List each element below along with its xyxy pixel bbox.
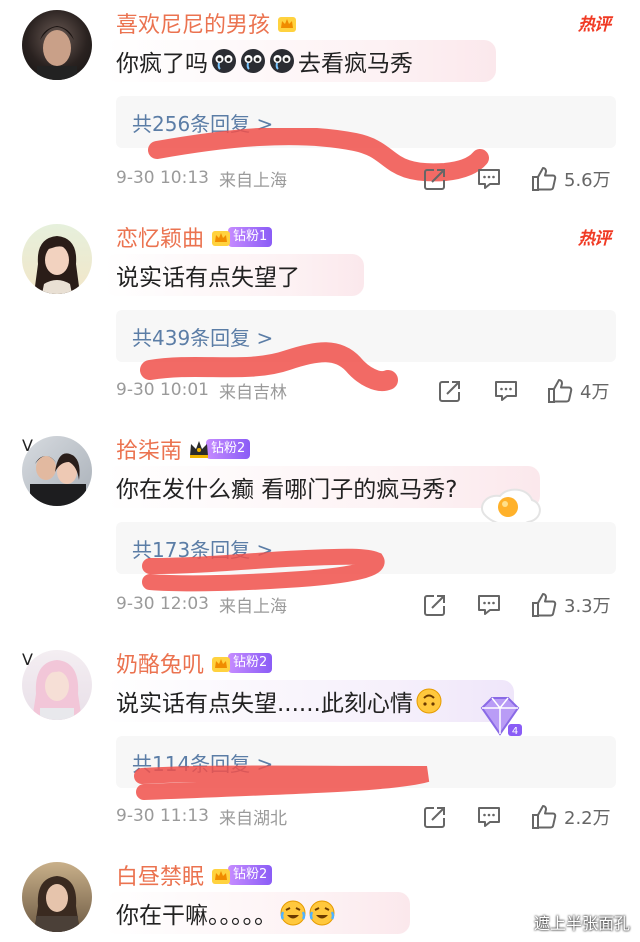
- crying-emoji-icon: [212, 49, 236, 73]
- crown-icon: [278, 17, 297, 32]
- share-button[interactable]: [422, 590, 448, 620]
- diamond-fan-icon: 4: [480, 697, 522, 737]
- comment-icon: [495, 381, 517, 401]
- comment-item: V 奶酪兔叽 钻粉2 说实话有点失望......此刻心情 4 共114条回复 >…: [0, 640, 640, 850]
- avatar[interactable]: [22, 862, 92, 932]
- username-row: 恋忆颖曲 钻粉1: [116, 218, 273, 256]
- comment-actions: 5.6万: [420, 164, 620, 194]
- fan-badge[interactable]: 钻粉2: [188, 438, 251, 460]
- username-row: 白昼禁眠 钻粉2: [116, 856, 273, 894]
- avatar[interactable]: V: [22, 650, 92, 720]
- username-row: 拾柒南 钻粉2: [116, 430, 251, 468]
- comment-text: 你在发什么癫 看哪门子的疯马秀?: [104, 466, 540, 508]
- redaction-scribble: [134, 765, 430, 800]
- crying-emoji-icon: [241, 49, 265, 73]
- fan-level-label: 钻粉2: [228, 653, 273, 673]
- watermark: 遮上半张面孔: [533, 914, 630, 933]
- username[interactable]: 白昼禁眠: [116, 859, 204, 891]
- comment-time: 9-30 12:03: [116, 594, 209, 614]
- comment-item: V 拾柒南 钻粉2 你在发什么癫 看哪门子的疯马秀? 共173条回复 > 9-3…: [0, 426, 640, 638]
- like-count: 2.2万: [564, 808, 611, 829]
- comment-icon: [478, 807, 500, 827]
- comment-location: 来自上海: [218, 170, 287, 191]
- crown-icon: [212, 869, 231, 884]
- redaction-scribble: [142, 548, 385, 592]
- fan-level-label: 钻粉2: [206, 439, 251, 459]
- hot-comment-badge: 热评: [578, 229, 611, 249]
- comment-icon: [478, 595, 500, 615]
- fan-badge[interactable]: 钻粉1: [210, 226, 273, 248]
- comment-text: 你在干嘛。。。。。: [104, 892, 410, 934]
- laughing-crying-emoji-icon: [280, 900, 306, 926]
- share-icon: [424, 169, 445, 190]
- thumbs-up-icon: [532, 167, 557, 191]
- comment-location: 来自湖北: [218, 808, 287, 829]
- share-button[interactable]: [422, 802, 448, 832]
- comment-text: 说实话有点失望了: [104, 254, 364, 296]
- thumbs-up-icon: [532, 805, 557, 829]
- hot-comment-badge: 热评: [578, 15, 611, 35]
- comment-time: 9-30 10:13: [116, 168, 209, 188]
- username[interactable]: 拾柒南: [116, 433, 182, 465]
- username[interactable]: 喜欢尼尼的男孩: [116, 7, 270, 39]
- avatar[interactable]: [22, 224, 92, 294]
- like-count: 3.3万: [564, 596, 611, 617]
- avatar[interactable]: [22, 10, 92, 80]
- crying-emoji-icon: [270, 49, 294, 73]
- username-row: 奶酪兔叽 钻粉2: [116, 644, 273, 682]
- comment-text: 你疯了吗 去看疯马秀: [104, 40, 496, 82]
- like-button[interactable]: 5.6万: [530, 164, 611, 194]
- username-row: 喜欢尼尼的男孩: [116, 4, 298, 42]
- comment-location: 来自吉林: [218, 382, 287, 403]
- comment-actions: 4万: [420, 376, 620, 406]
- like-button[interactable]: 2.2万: [530, 802, 611, 832]
- crown-icon: [190, 441, 209, 458]
- reply-button[interactable]: [476, 590, 502, 620]
- laughing-crying-emoji-icon: [309, 900, 335, 926]
- comment-icon: [478, 169, 500, 189]
- reply-button[interactable]: [476, 802, 502, 832]
- comment-actions: 3.3万: [420, 590, 620, 620]
- like-button[interactable]: 3.3万: [530, 590, 611, 620]
- fan-level-label: 钻粉1: [228, 227, 273, 247]
- share-button[interactable]: [437, 376, 463, 406]
- comment-text: 说实话有点失望......此刻心情: [104, 680, 514, 722]
- crown-icon: [212, 231, 231, 246]
- crown-icon: [212, 657, 231, 672]
- comment-location: 来自上海: [218, 596, 287, 617]
- avatar[interactable]: V: [22, 436, 92, 506]
- comment-meta: 9-30 10:13 来自上海: [116, 166, 287, 191]
- comment-meta: 9-30 12:03 来自上海: [116, 592, 287, 617]
- fan-badge[interactable]: 钻粉2: [210, 864, 273, 886]
- fan-level-label: 钻粉2: [228, 865, 273, 885]
- reply-button[interactable]: [476, 164, 502, 194]
- share-icon: [424, 807, 445, 828]
- comment-item: 喜欢尼尼的男孩 热评 你疯了吗 去看疯马秀 共256条回复 > 9-30 10:…: [0, 0, 640, 212]
- upside-down-face-emoji-icon: [416, 688, 442, 714]
- fan-badge[interactable]: 钻粉2: [210, 652, 273, 674]
- like-button[interactable]: 4万: [546, 376, 609, 406]
- like-count: 5.6万: [564, 170, 611, 191]
- comment-time: 9-30 11:13: [116, 806, 209, 826]
- comment-meta: 9-30 11:13 来自湖北: [116, 804, 287, 829]
- comment-item: 恋忆颖曲 钻粉1 热评 说实话有点失望了 共439条回复 > 9-30 10:0…: [0, 214, 640, 424]
- reply-button[interactable]: [493, 376, 519, 406]
- like-count: 4万: [580, 382, 610, 403]
- share-icon: [424, 595, 445, 616]
- username[interactable]: 奶酪兔叽: [116, 647, 204, 679]
- thumbs-up-icon: [548, 379, 573, 403]
- username[interactable]: 恋忆颖曲: [116, 221, 204, 253]
- share-button[interactable]: [422, 164, 448, 194]
- thumbs-up-icon: [532, 593, 557, 617]
- share-icon: [439, 381, 460, 402]
- comment-meta: 9-30 10:01 来自吉林: [116, 378, 287, 403]
- comment-time: 9-30 10:01: [116, 380, 209, 400]
- comment-actions: 2.2万: [420, 802, 620, 832]
